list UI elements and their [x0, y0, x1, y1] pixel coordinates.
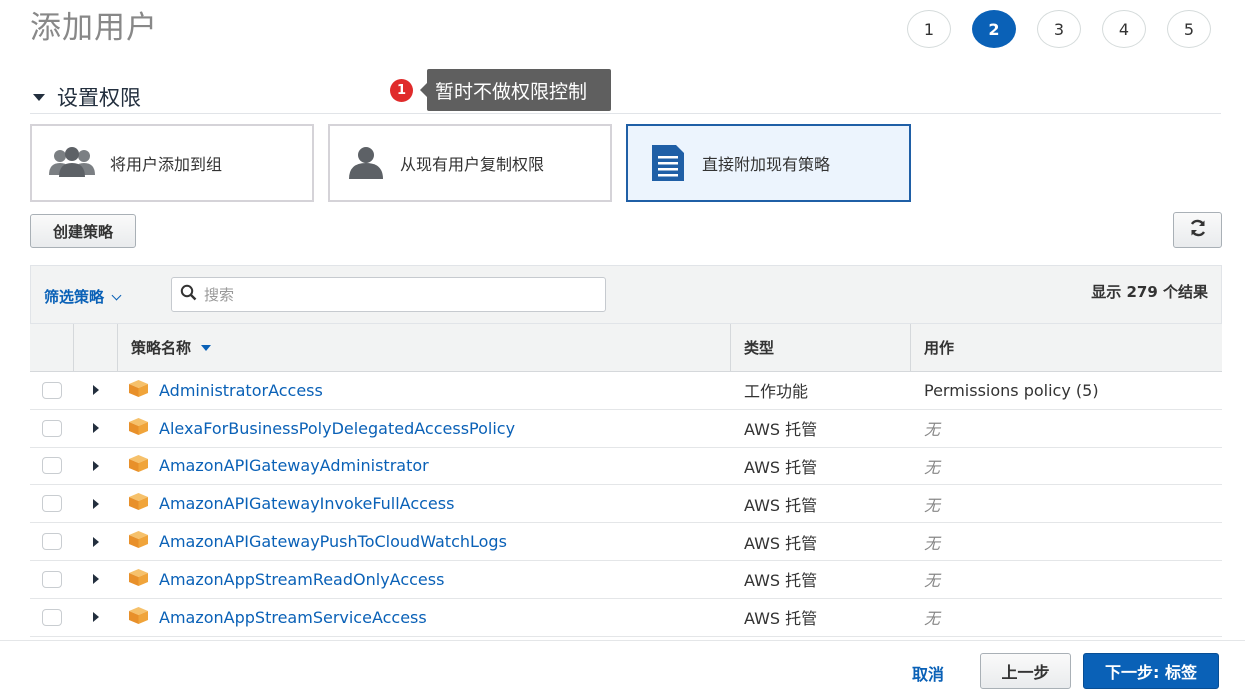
option-label: 从现有用户复制权限	[400, 155, 545, 174]
result-count: 显示 279 个结果	[1091, 283, 1208, 301]
option-copy-permissions[interactable]: 从现有用户复制权限	[328, 124, 612, 202]
policy-used-as: 无	[924, 571, 941, 591]
row-checkbox[interactable]	[42, 419, 62, 437]
sort-desc-icon	[201, 344, 212, 351]
row-checkbox[interactable]	[42, 608, 62, 626]
table-row[interactable]: AdministratorAccess 工作功能 Permissions polic…	[30, 372, 1222, 410]
step-2-current[interactable]: 2	[972, 10, 1016, 48]
group-icon	[48, 145, 96, 181]
expand-row-icon[interactable]	[93, 612, 99, 623]
policy-cube-icon	[128, 606, 149, 629]
search-input[interactable]	[204, 285, 584, 304]
option-attach-policies[interactable]: 直接附加现有策略	[626, 124, 911, 202]
create-policy-button[interactable]: 创建策略	[30, 214, 136, 248]
policy-used-as: 无	[924, 420, 941, 440]
filter-policies-dropdown[interactable]: 筛选策略	[44, 286, 122, 307]
search-icon	[180, 284, 197, 305]
caret-down-icon	[33, 93, 45, 101]
refresh-button[interactable]	[1173, 212, 1222, 248]
table-row[interactable]: AmazonAppStreamReadOnlyAccess AWS 托管 无	[30, 561, 1222, 599]
policy-cube-icon	[128, 530, 149, 553]
column-label: 用作	[924, 339, 955, 357]
header-expand	[74, 324, 118, 371]
policy-cube-icon	[128, 417, 149, 440]
document-icon	[650, 143, 686, 183]
footer-actions: 取消 上一步 下一步: 标签	[0, 640, 1245, 691]
row-checkbox[interactable]	[42, 570, 62, 588]
policy-table: 筛选策略 显示 279 个结果 策略名称 类型 用作 Administrator…	[30, 265, 1222, 637]
policy-type: AWS 托管	[744, 420, 818, 440]
policy-type: AWS 托管	[744, 571, 818, 591]
section-title: 设置权限	[57, 86, 141, 110]
step-1[interactable]: 1	[907, 10, 951, 48]
cancel-button[interactable]: 取消	[912, 661, 944, 685]
policy-type: AWS 托管	[744, 609, 818, 629]
permissions-section-toggle[interactable]: 设置权限	[33, 82, 141, 112]
policy-name-link[interactable]: AmazonAPIGatewayInvokeFullAccess	[159, 494, 454, 513]
refresh-icon	[1188, 218, 1208, 242]
next-tags-button[interactable]: 下一步: 标签	[1083, 653, 1219, 689]
header-policy-name[interactable]: 策略名称	[118, 324, 731, 371]
step-5[interactable]: 5	[1167, 10, 1211, 48]
table-row[interactable]: AmazonAPIGatewayAdministrator AWS 托管 无	[30, 448, 1222, 486]
table-row[interactable]: AmazonAPIGatewayInvokeFullAccess AWS 托管 无	[30, 485, 1222, 524]
option-label: 将用户添加到组	[110, 155, 223, 174]
expand-row-icon[interactable]	[93, 423, 99, 434]
expand-row-icon[interactable]	[93, 574, 99, 585]
policy-name-link[interactable]: AlexaForBusinessPolyDelegatedAccessPolic…	[159, 419, 515, 438]
policy-used-as: 无	[924, 533, 941, 553]
table-row[interactable]: AmazonAppStreamServiceAccess AWS 托管 无	[30, 599, 1222, 637]
policy-used-as: 无	[924, 495, 941, 515]
table-row[interactable]: AmazonAPIGatewayPushToCloudWatchLogs AWS …	[30, 523, 1222, 561]
policy-type: AWS 托管	[744, 495, 818, 515]
policy-used-as: 无	[924, 609, 941, 629]
previous-button[interactable]: 上一步	[980, 653, 1071, 689]
policy-name-link[interactable]: AmazonAPIGatewayAdministrator	[159, 456, 429, 475]
policy-cube-icon	[128, 568, 149, 591]
user-icon	[346, 145, 386, 181]
step-3[interactable]: 3	[1037, 10, 1081, 48]
policy-type: AWS 托管	[744, 533, 818, 553]
header-type[interactable]: 类型	[731, 324, 911, 371]
expand-row-icon[interactable]	[93, 498, 99, 509]
column-label: 策略名称	[131, 339, 192, 357]
divider	[30, 113, 1221, 114]
header-used-as[interactable]: 用作	[911, 324, 1222, 371]
policy-used-as: 无	[924, 457, 941, 477]
row-checkbox[interactable]	[42, 495, 62, 513]
filter-bar: 筛选策略 显示 279 个结果	[30, 265, 1222, 324]
page-title: 添加用户	[30, 10, 158, 46]
expand-row-icon[interactable]	[93, 385, 99, 396]
annotation-tooltip: 暂时不做权限控制	[420, 69, 611, 111]
table-row[interactable]: AlexaForBusinessPolyDelegatedAccessPolic…	[30, 410, 1222, 448]
expand-row-icon[interactable]	[93, 536, 99, 547]
policy-cube-icon	[128, 379, 149, 402]
row-checkbox[interactable]	[42, 457, 62, 475]
expand-row-icon[interactable]	[93, 460, 99, 471]
table-body: AdministratorAccess 工作功能 Permissions polic…	[30, 372, 1222, 637]
filter-label: 筛选策略	[44, 288, 105, 306]
option-label: 直接附加现有策略	[702, 155, 831, 174]
policy-name-link[interactable]: AmazonAppStreamServiceAccess	[159, 608, 427, 627]
row-checkbox[interactable]	[42, 533, 62, 551]
policy-name-link[interactable]: AmazonAppStreamReadOnlyAccess	[159, 570, 444, 589]
policy-name-link[interactable]: AmazonAPIGatewayPushToCloudWatchLogs	[159, 532, 507, 551]
policy-used-as: Permissions policy (5)	[924, 380, 1099, 400]
policy-type: AWS 托管	[744, 457, 818, 477]
column-label: 类型	[744, 339, 775, 357]
policy-type: 工作功能	[744, 382, 809, 402]
policy-name-link[interactable]: AdministratorAccess	[159, 381, 323, 400]
search-box[interactable]	[171, 277, 606, 312]
policy-cube-icon	[128, 492, 149, 515]
header-select	[30, 324, 74, 371]
table-header: 策略名称 类型 用作	[30, 324, 1222, 372]
annotation-badge: 1	[390, 79, 413, 102]
chevron-down-icon	[111, 290, 122, 300]
wizard-steps: 1 2 3 4 5	[907, 10, 1211, 48]
policy-cube-icon	[128, 454, 149, 477]
row-checkbox[interactable]	[42, 381, 62, 399]
step-4[interactable]: 4	[1102, 10, 1146, 48]
option-add-to-group[interactable]: 将用户添加到组	[30, 124, 314, 202]
